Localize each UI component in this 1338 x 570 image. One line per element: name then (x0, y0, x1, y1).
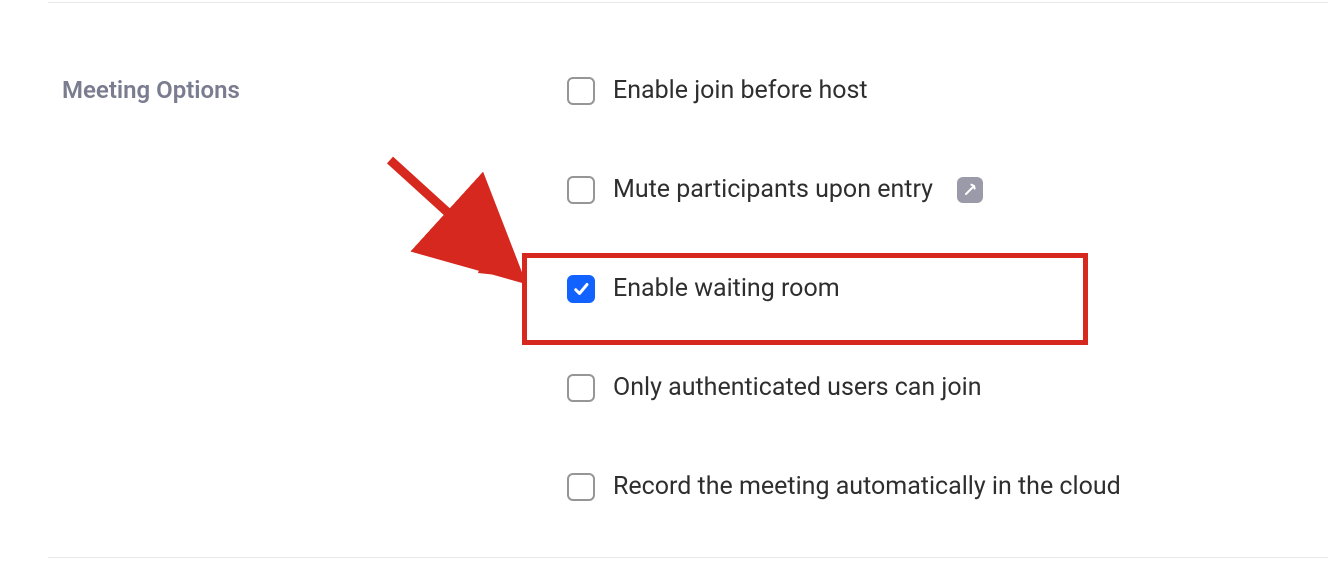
checkbox-authenticated-only[interactable] (567, 374, 595, 402)
option-label: Only authenticated users can join (613, 373, 982, 402)
meeting-options-list: Enable join before host Mute participant… (567, 70, 1121, 507)
divider-top (48, 2, 1328, 3)
option-mute-on-entry: Mute participants upon entry (567, 169, 1121, 210)
divider-bottom (48, 557, 1328, 558)
section-title: Meeting Options (62, 76, 240, 104)
option-label: Enable join before host (613, 76, 868, 105)
option-authenticated-only: Only authenticated users can join (567, 367, 1121, 408)
checkbox-auto-record[interactable] (567, 473, 595, 501)
option-label: Mute participants upon entry (613, 175, 933, 204)
arrow-annotation (380, 150, 550, 300)
option-label: Record the meeting automatically in the … (613, 472, 1121, 501)
option-join-before-host: Enable join before host (567, 70, 1121, 111)
option-auto-record: Record the meeting automatically in the … (567, 466, 1121, 507)
info-icon[interactable] (957, 177, 983, 203)
option-waiting-room: Enable waiting room (567, 268, 1121, 309)
option-label: Enable waiting room (613, 274, 840, 303)
checkbox-waiting-room[interactable] (567, 275, 595, 303)
checkbox-mute-on-entry[interactable] (567, 176, 595, 204)
checkbox-join-before-host[interactable] (567, 77, 595, 105)
